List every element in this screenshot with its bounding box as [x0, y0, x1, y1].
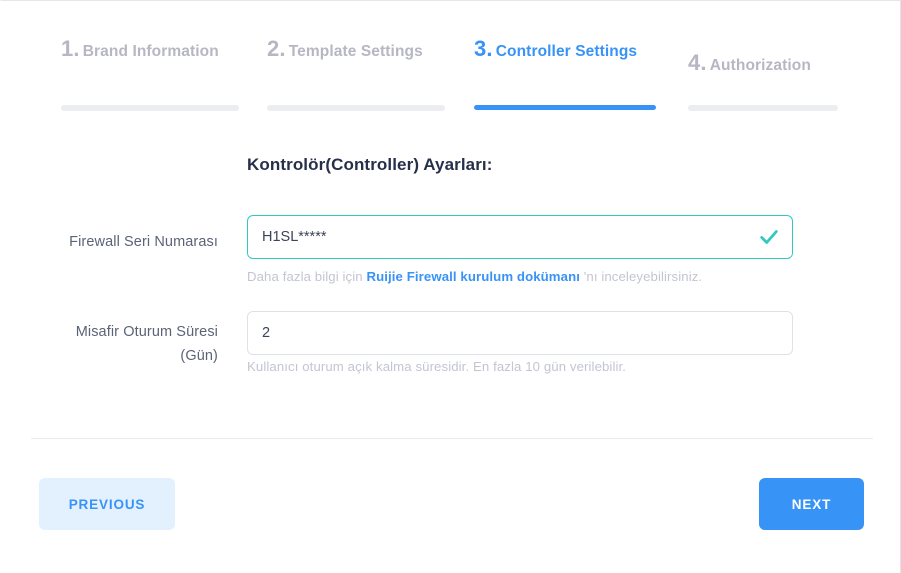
step-number-3: 3. [474, 36, 493, 61]
field-label-guest-session-duration: Misafir Oturum Süresi (Gün) [21, 320, 218, 368]
step-number-2: 2. [267, 36, 286, 61]
step-label-3: 3. Controller Settings [474, 37, 659, 64]
footer-divider [31, 438, 873, 439]
field-label-firewall-serial: Firewall Seri Numarası [69, 234, 218, 250]
input-wrap-firewall-serial [247, 215, 793, 259]
step-item-brand-information[interactable]: 1. Brand Information [61, 37, 246, 111]
firewall-serial-input[interactable] [247, 215, 793, 259]
step-item-controller-settings[interactable]: 3. Controller Settings [474, 37, 659, 110]
step-title-3: Controller Settings [495, 43, 638, 60]
form-heading: Kontrolör(Controller) Ayarları: [247, 155, 493, 174]
wizard-stepper: 1. Brand Information 2. Template Settings … [1, 37, 901, 117]
step-title-1: Brand Information [82, 43, 219, 60]
step-progress-bar-2 [267, 105, 445, 111]
step-number-4: 4. [688, 50, 707, 75]
field-label-line1: Misafir Oturum Süresi [75, 324, 218, 340]
input-wrap-guest-session-duration [247, 311, 793, 355]
step-label-2: 2. Template Settings [267, 37, 447, 64]
step-item-authorization[interactable]: 4. Authorization [688, 51, 868, 111]
step-progress-bar-3 [474, 105, 656, 110]
step-progress-bar-1 [61, 105, 239, 111]
step-title-4: Authorization [709, 57, 811, 74]
field-label-line2: (Gün) [180, 348, 218, 364]
firewall-doc-link[interactable]: Ruijie Firewall kurulum dokümanı [366, 269, 580, 284]
previous-button[interactable]: PREVIOUS [39, 478, 175, 530]
step-number-1: 1. [61, 36, 80, 61]
step-title-2: Template Settings [288, 43, 423, 60]
wizard-page: 1. Brand Information 2. Template Settings … [0, 0, 901, 573]
step-progress-bar-4 [688, 105, 838, 111]
step-item-template-settings[interactable]: 2. Template Settings [267, 37, 447, 111]
step-label-4: 4. Authorization [688, 51, 868, 78]
helper-text-firewall-serial: Daha fazla bilgi için Ruijie Firewall ku… [247, 269, 702, 284]
next-button[interactable]: NEXT [759, 478, 864, 530]
helper-text-guest-session-duration: Kullanıcı oturum açık kalma süresidir. E… [247, 359, 627, 374]
helper-prefix-1: Daha fazla bilgi için [247, 269, 367, 284]
guest-session-duration-input[interactable] [247, 311, 793, 355]
helper-suffix-1: 'nı inceleyebilirsiniz. [580, 269, 703, 284]
step-label-1: 1. Brand Information [61, 37, 246, 64]
